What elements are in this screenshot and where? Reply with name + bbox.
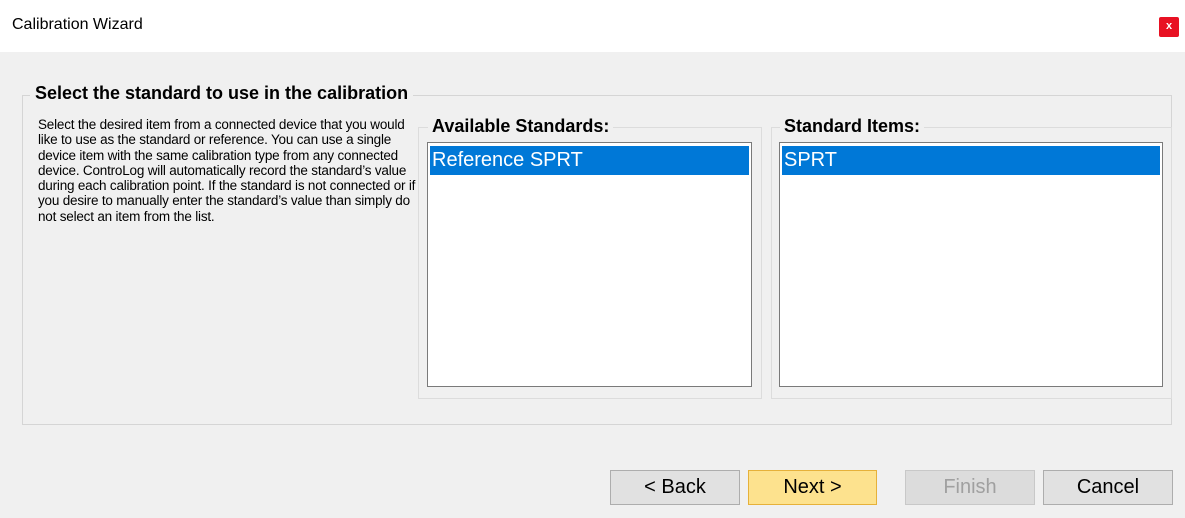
standard-items-list[interactable]: SPRT <box>779 142 1163 387</box>
title-bar: Calibration Wizard x <box>0 0 1185 52</box>
cancel-button[interactable]: Cancel <box>1043 470 1173 505</box>
list-item-reference-sprt[interactable]: Reference SPRT <box>430 146 749 175</box>
step-description: Select the desired item from a connected… <box>38 117 416 224</box>
next-button[interactable]: Next > <box>748 470 877 505</box>
available-standards-list[interactable]: Reference SPRT <box>427 142 752 387</box>
list-item-sprt[interactable]: SPRT <box>782 146 1160 175</box>
close-icon: x <box>1165 20 1173 32</box>
close-button[interactable]: x <box>1159 17 1179 37</box>
finish-button: Finish <box>905 470 1035 505</box>
standard-items-label: Standard Items: <box>780 116 925 137</box>
available-standards-label: Available Standards: <box>428 116 614 137</box>
back-button[interactable]: < Back <box>610 470 740 505</box>
calibration-wizard-window: Calibration Wizard x Select the standard… <box>0 0 1185 518</box>
window-title: Calibration Wizard <box>12 16 143 33</box>
step-heading: Select the standard to use in the calibr… <box>30 83 414 104</box>
